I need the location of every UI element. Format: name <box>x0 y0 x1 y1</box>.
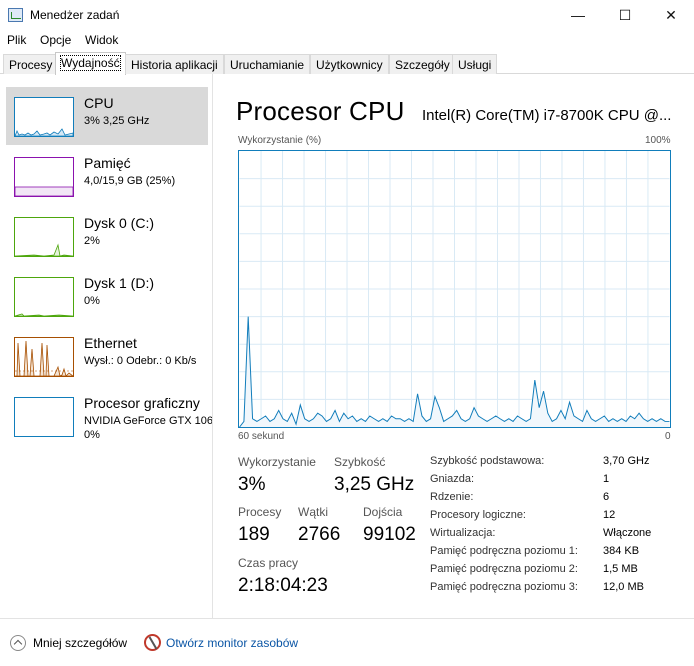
sidebar-item-memory[interactable]: Pamięć 4,0/15,9 GB (25%) <box>6 147 208 205</box>
tab-performance[interactable]: Wydajność <box>55 52 126 75</box>
chevron-up-icon[interactable] <box>10 635 26 651</box>
tab-users[interactable]: Użytkownicy <box>310 54 389 74</box>
cpu-model-name: Intel(R) Core(TM) i7-8700K CPU @... <box>422 107 672 124</box>
tab-details[interactable]: Szczegóły <box>389 54 456 74</box>
tab-label: Użytkownicy <box>316 58 383 72</box>
cpu-performance-panel: Procesor CPU Intel(R) Core(TM) i7-8700K … <box>213 74 694 618</box>
tab-label: Wydajność <box>60 55 121 71</box>
graph-axis-label: Wykorzystanie (%) <box>238 135 322 146</box>
spec-cores-value: 6 <box>603 491 610 503</box>
handles-value: 99102 <box>363 524 416 545</box>
spec-sockets-value: 1 <box>603 473 610 485</box>
spec-logical-processors-label: Procesory logiczne: <box>430 509 526 521</box>
tab-processes[interactable]: Procesy <box>3 54 59 74</box>
sidebar-item-detail: NVIDIA GeForce GTX 1060 <box>84 415 212 427</box>
spec-virtualization-label: Wirtualizacja: <box>430 527 496 539</box>
menu-file[interactable]: Plik <box>7 33 26 47</box>
tab-label: Szczegóły <box>395 58 450 72</box>
sidebar-item-detail: 0% <box>84 295 100 307</box>
spec-logical-processors-value: 12 <box>603 509 616 521</box>
disk-0-thumbnail-graph <box>14 217 74 257</box>
sidebar-item-disk-1[interactable]: Dysk 1 (D:) 0% <box>6 267 208 325</box>
spec-l2-cache-value: 1,5 MB <box>603 563 638 575</box>
sidebar-item-detail: 2% <box>84 235 100 247</box>
uptime-label: Czas pracy <box>238 556 299 570</box>
tab-label: Historia aplikacji <box>131 58 218 72</box>
page-title: Procesor CPU <box>236 96 405 126</box>
open-resource-monitor-link[interactable]: Otwórz monitor zasobów <box>166 636 298 650</box>
spec-sockets-label: Gniazda: <box>430 473 475 485</box>
fewer-details-link[interactable]: Mniej szczegółów <box>33 636 127 650</box>
spec-cores-label: Rdzenie: <box>430 491 474 503</box>
sidebar-item-detail: 3% 3,25 GHz <box>84 115 150 127</box>
sidebar-item-detail-2: 0% <box>84 429 100 441</box>
sidebar-item-label: Procesor graficzny <box>84 395 200 411</box>
cpu-utilization-graph <box>238 150 671 428</box>
task-manager-icon <box>8 8 23 22</box>
tab-app-history[interactable]: Historia aplikacji <box>125 54 224 74</box>
sidebar-item-cpu[interactable]: CPU 3% 3,25 GHz <box>6 87 208 145</box>
sidebar-item-detail: 4,0/15,9 GB (25%) <box>84 175 176 187</box>
spec-l1-cache-label: Pamięć podręczna poziomu 1: <box>430 545 578 557</box>
title-bar: Menedżer zadań — ☐ ✕ <box>0 0 694 30</box>
minimize-button[interactable]: — <box>555 0 601 30</box>
speed-label: Szybkość <box>334 455 386 469</box>
processes-label: Procesy <box>238 505 282 519</box>
graph-min-label: 0 <box>665 431 671 442</box>
window-title: Menedżer zadań <box>30 8 120 22</box>
tab-label: Uruchamianie <box>230 58 305 72</box>
graph-time-label: 60 sekund <box>238 431 285 442</box>
menu-options[interactable]: Opcje <box>40 33 71 47</box>
sidebar-item-ethernet[interactable]: Ethernet Wysł.: 0 Odebr.: 0 Kb/s <box>6 327 208 385</box>
spec-base-speed-label: Szybkość podstawowa: <box>430 455 545 467</box>
tab-startup[interactable]: Uruchamianie <box>224 54 311 74</box>
sidebar-item-label: Dysk 0 (C:) <box>84 215 154 231</box>
sidebar-item-label: Dysk 1 (D:) <box>84 275 154 291</box>
utilization-label: Wykorzystanie <box>238 455 316 469</box>
spec-l1-cache-value: 384 KB <box>603 545 640 557</box>
sidebar-item-detail: Wysł.: 0 Odebr.: 0 Kb/s <box>84 355 197 367</box>
sidebar-item-disk-0[interactable]: Dysk 0 (C:) 2% <box>6 207 208 265</box>
handles-label: Dojścia <box>363 505 403 519</box>
resource-monitor-icon[interactable] <box>144 634 161 651</box>
sidebar-item-label: CPU <box>84 95 114 111</box>
spec-base-speed-value: 3,70 GHz <box>603 455 650 467</box>
processes-value: 189 <box>238 524 270 545</box>
speed-value: 3,25 GHz <box>334 474 415 495</box>
memory-thumbnail-graph <box>14 157 74 197</box>
cpu-thumbnail-graph <box>14 97 74 137</box>
tab-strip: Procesy Wydajność Historia aplikacji Uru… <box>0 52 694 75</box>
sidebar-item-label: Ethernet <box>84 335 137 351</box>
threads-label: Wątki <box>298 505 328 519</box>
tab-label: Usługi <box>458 58 492 72</box>
footer-bar: Mniej szczegółów Otwórz monitor zasobów <box>0 618 694 666</box>
utilization-value: 3% <box>238 474 266 495</box>
menu-bar: Plik Opcje Widok <box>0 30 694 52</box>
spec-l2-cache-label: Pamięć podręczna poziomu 2: <box>430 563 578 575</box>
threads-value: 2766 <box>298 524 341 545</box>
resource-sidebar: CPU 3% 3,25 GHz Pamięć 4,0/15,9 GB (25%)… <box>0 74 213 618</box>
spec-l3-cache-value: 12,0 MB <box>603 581 644 593</box>
disk-1-thumbnail-graph <box>14 277 74 317</box>
sidebar-item-gpu[interactable]: Procesor graficzny NVIDIA GeForce GTX 10… <box>6 387 212 445</box>
graph-max-label: 100% <box>645 135 671 146</box>
gpu-thumbnail-graph <box>14 397 74 437</box>
close-button[interactable]: ✕ <box>648 0 694 30</box>
tab-services[interactable]: Usługi <box>452 54 498 74</box>
sidebar-item-label: Pamięć <box>84 155 131 171</box>
graph-grid <box>239 151 670 427</box>
spec-virtualization-value: Włączone <box>603 527 652 539</box>
tab-label: Procesy <box>9 58 53 72</box>
maximize-button[interactable]: ☐ <box>602 0 648 30</box>
ethernet-thumbnail-graph <box>14 337 74 377</box>
menu-view[interactable]: Widok <box>85 33 118 47</box>
spec-l3-cache-label: Pamięć podręczna poziomu 3: <box>430 581 578 593</box>
uptime-value: 2:18:04:23 <box>238 575 328 596</box>
